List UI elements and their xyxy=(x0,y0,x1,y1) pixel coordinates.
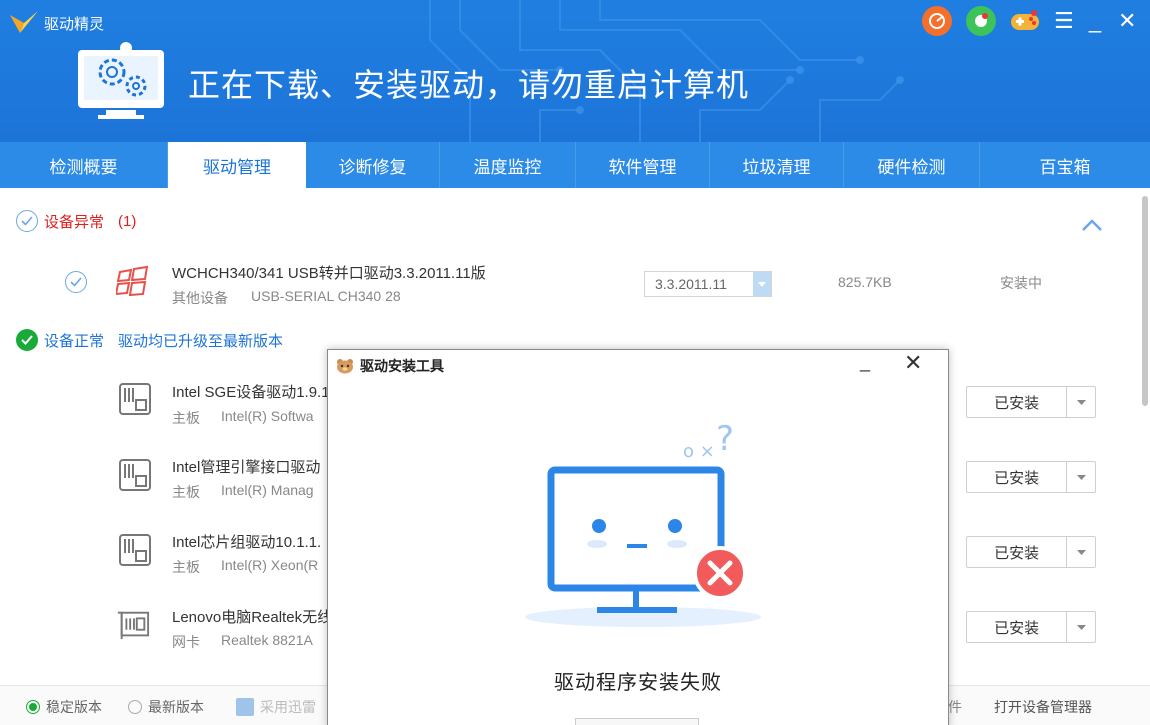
install-failed-illustration: ? o × xyxy=(525,422,761,627)
install-status: 安装中 xyxy=(1000,275,1042,291)
stable-version-radio[interactable]: 稳定版本 xyxy=(26,697,102,717)
tab-diagnose[interactable]: 诊断修复 xyxy=(306,142,440,188)
section-abnormal[interactable]: 设备异常 (1) xyxy=(16,210,136,232)
device-title: Intel SGE设备驱动1.9.1 xyxy=(172,384,330,401)
art-marks: o × xyxy=(683,441,715,462)
logo-icon xyxy=(10,11,38,33)
device-category: 主板 xyxy=(172,410,200,426)
dialog-close-button[interactable]: ✕ xyxy=(904,350,922,376)
chevron-down-icon[interactable] xyxy=(1066,462,1095,492)
check-circle-icon xyxy=(16,210,38,232)
collapse-chevron-icon[interactable] xyxy=(1081,218,1103,232)
dialog-minimize-button[interactable]: _ xyxy=(860,352,870,373)
device-hardware: Intel(R) Xeon(R xyxy=(221,557,319,573)
tab-software[interactable]: 软件管理 xyxy=(576,142,710,188)
installed-label: 已安装 xyxy=(994,619,1040,637)
xunlei-icon xyxy=(236,698,254,716)
chevron-down-icon[interactable] xyxy=(753,272,771,296)
chevron-down-icon[interactable] xyxy=(1066,537,1095,567)
motherboard-icon xyxy=(119,534,151,566)
tab-cleanup[interactable]: 垃圾清理 xyxy=(710,142,844,188)
installed-button[interactable]: 已安装 xyxy=(966,536,1096,568)
tab-temperature[interactable]: 温度监控 xyxy=(440,142,576,188)
device-category: 主板 xyxy=(172,484,200,500)
normal-label: 设备正常 xyxy=(44,332,105,350)
dialog-action-button[interactable] xyxy=(575,718,699,725)
latest-version-radio[interactable]: 最新版本 xyxy=(128,697,204,717)
chevron-down-icon[interactable] xyxy=(1066,387,1095,417)
device-hardware: USB-SERIAL CH340 28 xyxy=(251,288,401,304)
device-title: Intel芯片组驱动10.1.1. xyxy=(172,534,322,551)
installed-label: 已安装 xyxy=(994,544,1040,562)
dialog-title-bar: 驱动安装工具 xyxy=(336,356,444,376)
speed-icon[interactable] xyxy=(922,6,952,36)
open-device-manager-label: 打开设备管理器 xyxy=(994,699,1092,715)
driver-genius-window: 驱动精灵 ☰ _ ✕ 正在下载、安装驱动，请勿重启计算机 检测概要 驱动管理 诊… xyxy=(0,0,1150,725)
normal-desc: 驱动均已升级至最新版本 xyxy=(118,332,284,350)
stable-version-label: 稳定版本 xyxy=(46,699,102,715)
chevron-down-icon[interactable] xyxy=(1066,612,1095,642)
installed-label: 已安装 xyxy=(994,469,1040,487)
section-normal[interactable]: 设备正常 驱动均已升级至最新版本 xyxy=(16,329,283,351)
scrollbar-thumb[interactable] xyxy=(1142,196,1148,406)
device-title: Intel管理引擎接口驱动 xyxy=(172,459,321,476)
device-title: WCHCH340/341 USB转并口驱动3.3.2011.11版 xyxy=(172,265,486,282)
gamepad-icon[interactable] xyxy=(1010,6,1040,36)
device-category: 网卡 xyxy=(172,634,200,650)
app-name: 驱动精灵 xyxy=(44,15,105,33)
menu-icon[interactable]: ☰ xyxy=(1054,6,1074,36)
header-banner: 驱动精灵 ☰ _ ✕ 正在下载、安装驱动，请勿重启计算机 xyxy=(0,0,1150,142)
version-select[interactable]: 3.3.2011.11 xyxy=(644,271,772,297)
app-logo: 驱动精灵 xyxy=(8,9,104,37)
latest-version-label: 最新版本 xyxy=(148,699,204,715)
check-circle-icon xyxy=(16,329,38,351)
version-value: 3.3.2011.11 xyxy=(655,276,727,292)
footer-partial-link[interactable]: 件 xyxy=(948,697,962,717)
device-title: Lenovo电脑Realtek无线 xyxy=(172,609,333,626)
motherboard-icon xyxy=(119,459,151,491)
question-mark: ? xyxy=(716,422,734,459)
device-hardware: Intel(R) Softwa xyxy=(221,408,314,424)
motherboard-icon xyxy=(119,383,151,415)
tab-driver-management[interactable]: 驱动管理 xyxy=(168,142,306,188)
installed-button[interactable]: 已安装 xyxy=(966,386,1096,418)
page-title: 正在下载、安装驱动，请勿重启计算机 xyxy=(188,67,750,103)
radio-unselected-icon xyxy=(128,700,142,714)
update-icon[interactable] xyxy=(966,6,996,36)
network-card-icon xyxy=(117,611,150,640)
installed-button[interactable]: 已安装 xyxy=(966,611,1096,643)
close-button[interactable]: ✕ xyxy=(1118,6,1136,36)
device-hardware: Realtek 8821A xyxy=(221,632,313,648)
device-hardware: Intel(R) Manag xyxy=(221,482,314,498)
install-failed-message: 驱动程序安装失败 xyxy=(554,672,722,694)
bear-icon xyxy=(337,359,353,374)
windows-logo-icon xyxy=(116,265,149,297)
abnormal-count: (1) xyxy=(118,212,137,230)
minimize-button[interactable]: _ xyxy=(1086,6,1104,36)
installed-button[interactable]: 已安装 xyxy=(966,461,1096,493)
window-controls: ☰ _ ✕ xyxy=(922,6,1136,36)
open-device-manager-link[interactable]: 打开设备管理器 xyxy=(994,697,1092,717)
installed-label: 已安装 xyxy=(994,394,1040,412)
abnormal-label: 设备异常 xyxy=(44,213,105,231)
partial-label: 件 xyxy=(948,699,962,715)
device-checkbox[interactable] xyxy=(65,271,87,293)
device-category: 主板 xyxy=(172,559,200,575)
dialog-title: 驱动安装工具 xyxy=(360,358,444,374)
main-tabs: 检测概要 驱动管理 诊断修复 温度监控 软件管理 垃圾清理 硬件检测 百宝箱 xyxy=(0,142,1150,188)
monitor-gear-icon xyxy=(78,42,164,119)
tab-toolbox[interactable]: 百宝箱 xyxy=(980,142,1150,188)
xunlei-option[interactable]: 采用迅雷 xyxy=(236,697,316,717)
xunlei-label: 采用迅雷 xyxy=(260,699,316,715)
tab-hardware[interactable]: 硬件检测 xyxy=(844,142,980,188)
driver-install-dialog: 驱动安装工具 _ ✕ ? o × 驱动程序安装失败 xyxy=(327,349,949,725)
device-category: 其他设备 xyxy=(172,290,228,306)
driver-size: 825.7KB xyxy=(838,274,892,290)
tab-overview[interactable]: 检测概要 xyxy=(0,142,168,188)
radio-selected-icon xyxy=(26,700,40,714)
